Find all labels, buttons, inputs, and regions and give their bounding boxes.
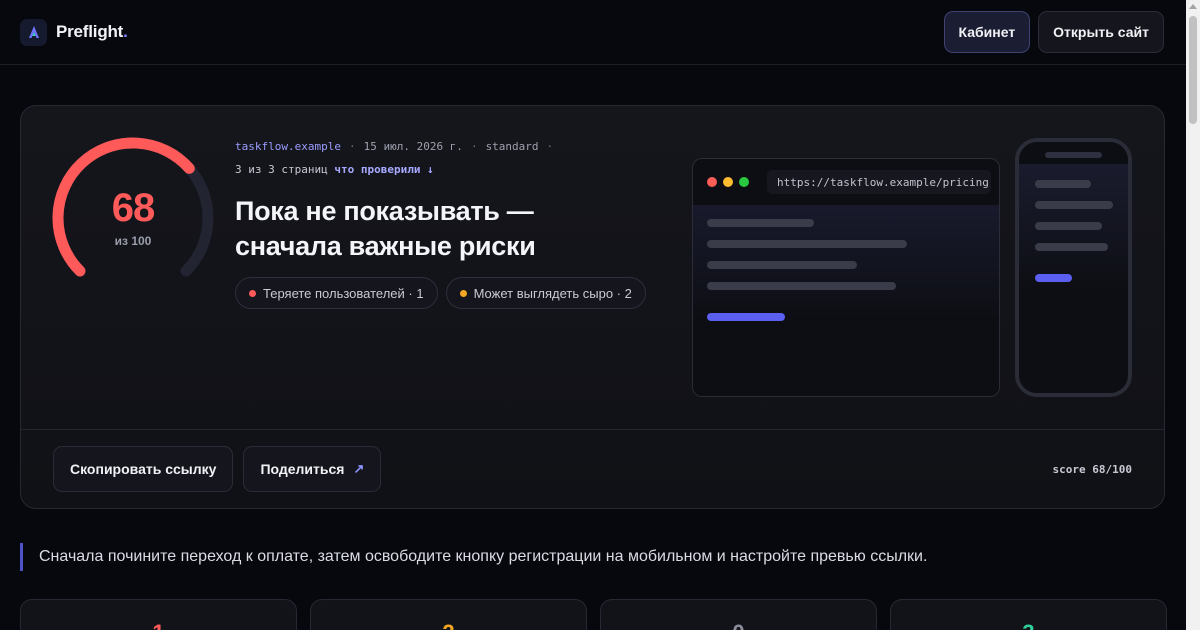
skeleton-line xyxy=(707,261,857,269)
stat-cards: 1 2 0 3 xyxy=(20,599,1167,630)
skeleton-line xyxy=(707,282,896,290)
report-card: 68 из 100 taskflow.example · 15 июл. 2026 … xyxy=(20,105,1165,509)
report-meta: taskflow.example · 15 июл. 2026 г. · standar… xyxy=(235,140,554,153)
stat-card-critical[interactable]: 1 xyxy=(20,599,297,630)
cabinet-button[interactable]: Кабинет xyxy=(943,11,1031,53)
pages-checked: 3 из 3 страниц что проверили ↓ xyxy=(235,163,434,176)
card-divider xyxy=(21,429,1164,430)
score-footer: score 68/100 xyxy=(1052,463,1132,476)
advice-callout: Сначала почините переход к оплате, затем… xyxy=(20,543,927,571)
phone-notch xyxy=(1045,152,1102,158)
report-date: 15 июл. 2026 г. xyxy=(363,140,463,153)
skeleton-cta xyxy=(1035,274,1072,282)
close-dot-icon xyxy=(707,177,717,187)
preview-url: https://taskflow.example/pricing xyxy=(767,170,991,194)
skeleton-line xyxy=(1035,201,1113,209)
score-max: из 100 xyxy=(114,234,152,248)
share-arrow-icon: ↗ xyxy=(353,461,365,476)
copy-link-button[interactable]: Скопировать ссылку xyxy=(53,446,234,492)
desktop-preview: https://taskflow.example/pricing xyxy=(692,158,1000,397)
minimize-dot-icon xyxy=(723,177,733,187)
top-bar: Preflight. Кабинет Открыть сайт xyxy=(0,0,1186,65)
skeleton-line xyxy=(1035,180,1091,188)
skeleton-line xyxy=(707,240,907,248)
skeleton-line xyxy=(1035,222,1102,230)
skeleton-cta xyxy=(707,313,785,321)
stat-card-warning[interactable]: 2 xyxy=(310,599,587,630)
mobile-preview xyxy=(1015,138,1132,397)
what-checked-link[interactable]: что проверили ↓ xyxy=(334,163,433,176)
scroll-up-icon[interactable] xyxy=(1189,4,1197,9)
issue-chips: Теряете пользователей · 1 Может выглядет… xyxy=(235,277,646,309)
chip-looks-raw[interactable]: Может выглядеть сыро · 2 xyxy=(445,277,646,309)
skeleton-line xyxy=(1035,243,1108,251)
red-dot-icon xyxy=(249,289,256,297)
scrollbar[interactable] xyxy=(1186,0,1200,630)
score-value: 68 xyxy=(111,186,156,230)
stat-card-neutral[interactable]: 0 xyxy=(600,599,877,630)
brand-name[interactable]: Preflight. xyxy=(56,22,128,42)
maximize-dot-icon xyxy=(739,177,749,187)
verdict-headline: Пока не показывать — сначала важные риск… xyxy=(235,196,536,261)
mobile-preview-body xyxy=(1019,164,1128,393)
skeleton-line xyxy=(707,219,814,227)
scroll-thumb[interactable] xyxy=(1189,16,1197,124)
preflight-logo-icon[interactable] xyxy=(20,18,47,46)
report-domain[interactable]: taskflow.example xyxy=(235,140,341,153)
share-button[interactable]: Поделиться ↗ xyxy=(243,446,382,492)
chip-losing-users[interactable]: Теряете пользователей · 1 xyxy=(235,277,438,309)
open-site-button[interactable]: Открыть сайт xyxy=(1038,11,1164,53)
amber-dot-icon xyxy=(459,289,467,297)
desktop-preview-body xyxy=(693,205,999,396)
stat-card-passed[interactable]: 3 xyxy=(890,599,1167,630)
report-mode: standard xyxy=(485,140,539,153)
